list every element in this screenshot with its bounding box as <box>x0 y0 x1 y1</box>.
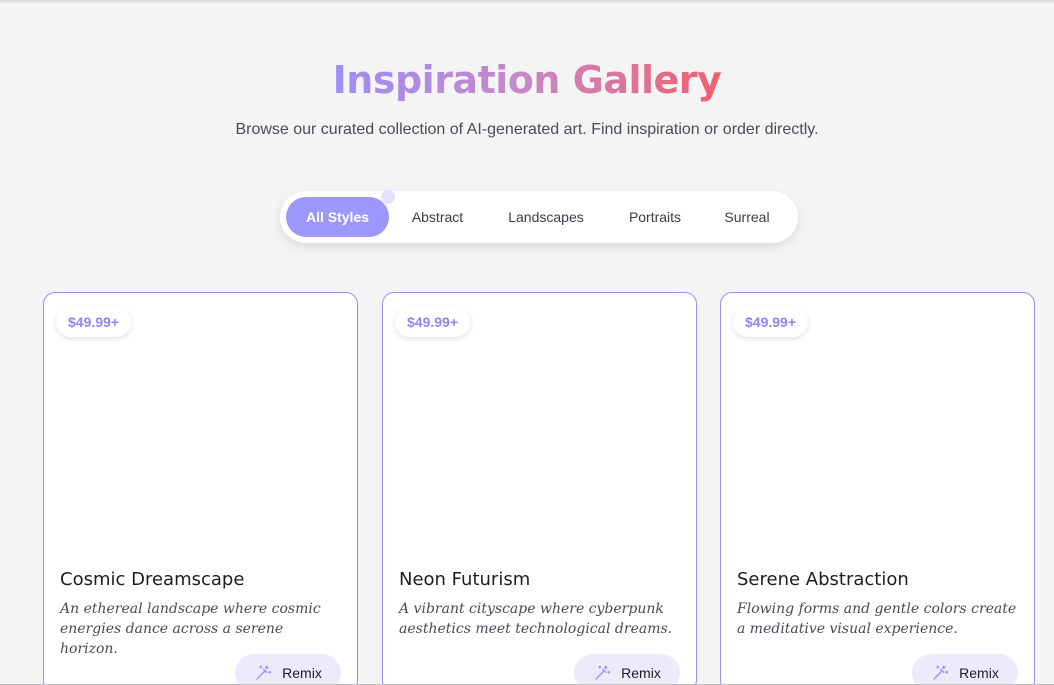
price-badge: $49.99+ <box>395 307 470 337</box>
artwork-title: Cosmic Dreamscape <box>60 569 245 590</box>
filter-chip-landscapes[interactable]: Landscapes <box>486 197 606 237</box>
filter-chip-portraits[interactable]: Portraits <box>610 197 700 237</box>
price-badge: $49.99+ <box>56 307 131 337</box>
remix-button[interactable]: Remix <box>574 654 680 685</box>
style-filter-bar: All Styles Abstract Landscapes Portraits… <box>280 191 798 243</box>
artwork-card-neon-futurism[interactable]: $49.99+ Neon Futurism A vibrant cityscap… <box>382 292 697 685</box>
page-title: Inspiration Gallery <box>332 58 722 102</box>
artwork-description: Flowing forms and gentle colors create a… <box>737 601 1017 637</box>
magic-wand-icon <box>933 665 949 680</box>
artwork-description: An ethereal landscape where cosmic energ… <box>60 601 321 657</box>
artwork-title: Neon Futurism <box>399 569 531 590</box>
remix-label: Remix <box>282 665 322 681</box>
remix-button[interactable]: Remix <box>235 654 341 685</box>
remix-label: Remix <box>959 665 999 681</box>
filter-chip-surreal[interactable]: Surreal <box>704 197 790 237</box>
top-edge-shadow <box>0 0 1054 4</box>
remix-label: Remix <box>621 665 661 681</box>
price-badge: $49.99+ <box>733 307 808 337</box>
remix-button[interactable]: Remix <box>912 654 1018 685</box>
magic-wand-icon <box>595 665 611 680</box>
artwork-description: A vibrant cityscape where cyberpunk aest… <box>399 601 673 637</box>
artwork-title: Serene Abstraction <box>737 569 909 590</box>
filter-chip-all-styles[interactable]: All Styles <box>286 197 389 237</box>
page-subtitle: Browse our curated collection of AI-gene… <box>235 121 819 138</box>
filter-chip-abstract[interactable]: Abstract <box>393 197 482 237</box>
artwork-card-cosmic-dreamscape[interactable]: $49.99+ Cosmic Dreamscape An ethereal la… <box>43 292 358 685</box>
artwork-card-serene-abstraction[interactable]: $49.99+ Serene Abstraction Flowing forms… <box>720 292 1035 685</box>
magic-wand-icon <box>256 665 272 680</box>
decorative-dot <box>381 190 395 204</box>
